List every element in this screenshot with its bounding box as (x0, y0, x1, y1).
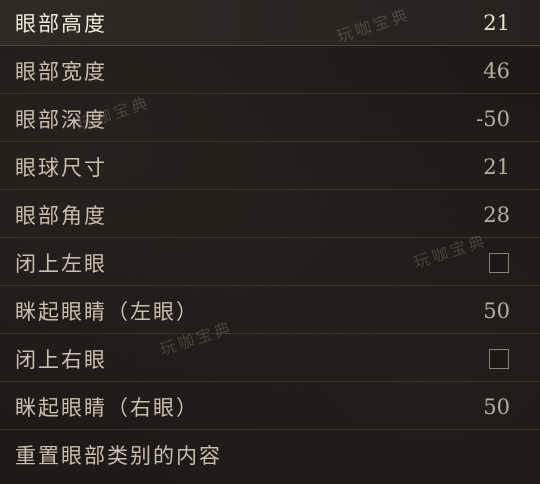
setting-value: 50 (483, 298, 510, 323)
setting-label: 闭上右眼 (15, 347, 107, 372)
setting-row-eye-depth[interactable]: 眼部深度 -50 (0, 96, 540, 142)
setting-label: 眼部宽度 (15, 59, 107, 84)
setting-label: 眯起眼睛（左眼） (15, 299, 199, 324)
setting-label: 眼球尺寸 (15, 155, 107, 180)
setting-row-close-right-eye[interactable]: 闭上右眼 (0, 336, 540, 382)
reset-eye-category-button[interactable]: 重置眼部类别的内容 (0, 432, 540, 478)
setting-row-squint-left-eye[interactable]: 眯起眼睛（左眼） 50 (0, 288, 540, 334)
setting-row-eyeball-size[interactable]: 眼球尺寸 21 (0, 144, 540, 190)
setting-row-squint-right-eye[interactable]: 眯起眼睛（右眼） 50 (0, 384, 540, 430)
setting-value: 46 (483, 58, 510, 83)
setting-label: 闭上左眼 (15, 251, 107, 276)
setting-value: -50 (476, 106, 510, 131)
setting-row-eye-width[interactable]: 眼部宽度 46 (0, 48, 540, 94)
setting-value: 50 (483, 394, 510, 419)
setting-label: 眯起眼睛（右眼） (15, 395, 199, 420)
setting-row-close-left-eye[interactable]: 闭上左眼 (0, 240, 540, 286)
setting-row-eye-angle[interactable]: 眼部角度 28 (0, 192, 540, 238)
eye-settings-panel: 眼部高度 21 眼部宽度 46 眼部深度 -50 眼球尺寸 21 眼部角度 28… (0, 0, 540, 484)
setting-value: 28 (483, 202, 510, 227)
close-right-eye-checkbox[interactable] (489, 348, 509, 369)
setting-label: 眼部高度 (15, 11, 107, 36)
setting-label: 眼部角度 (15, 203, 107, 228)
setting-row-eye-height[interactable]: 眼部高度 21 (0, 0, 540, 46)
setting-label: 眼部深度 (15, 107, 107, 132)
close-left-eye-checkbox[interactable] (489, 252, 509, 273)
setting-value: 21 (483, 10, 510, 35)
setting-value: 21 (483, 154, 510, 179)
setting-label: 重置眼部类别的内容 (15, 444, 222, 468)
